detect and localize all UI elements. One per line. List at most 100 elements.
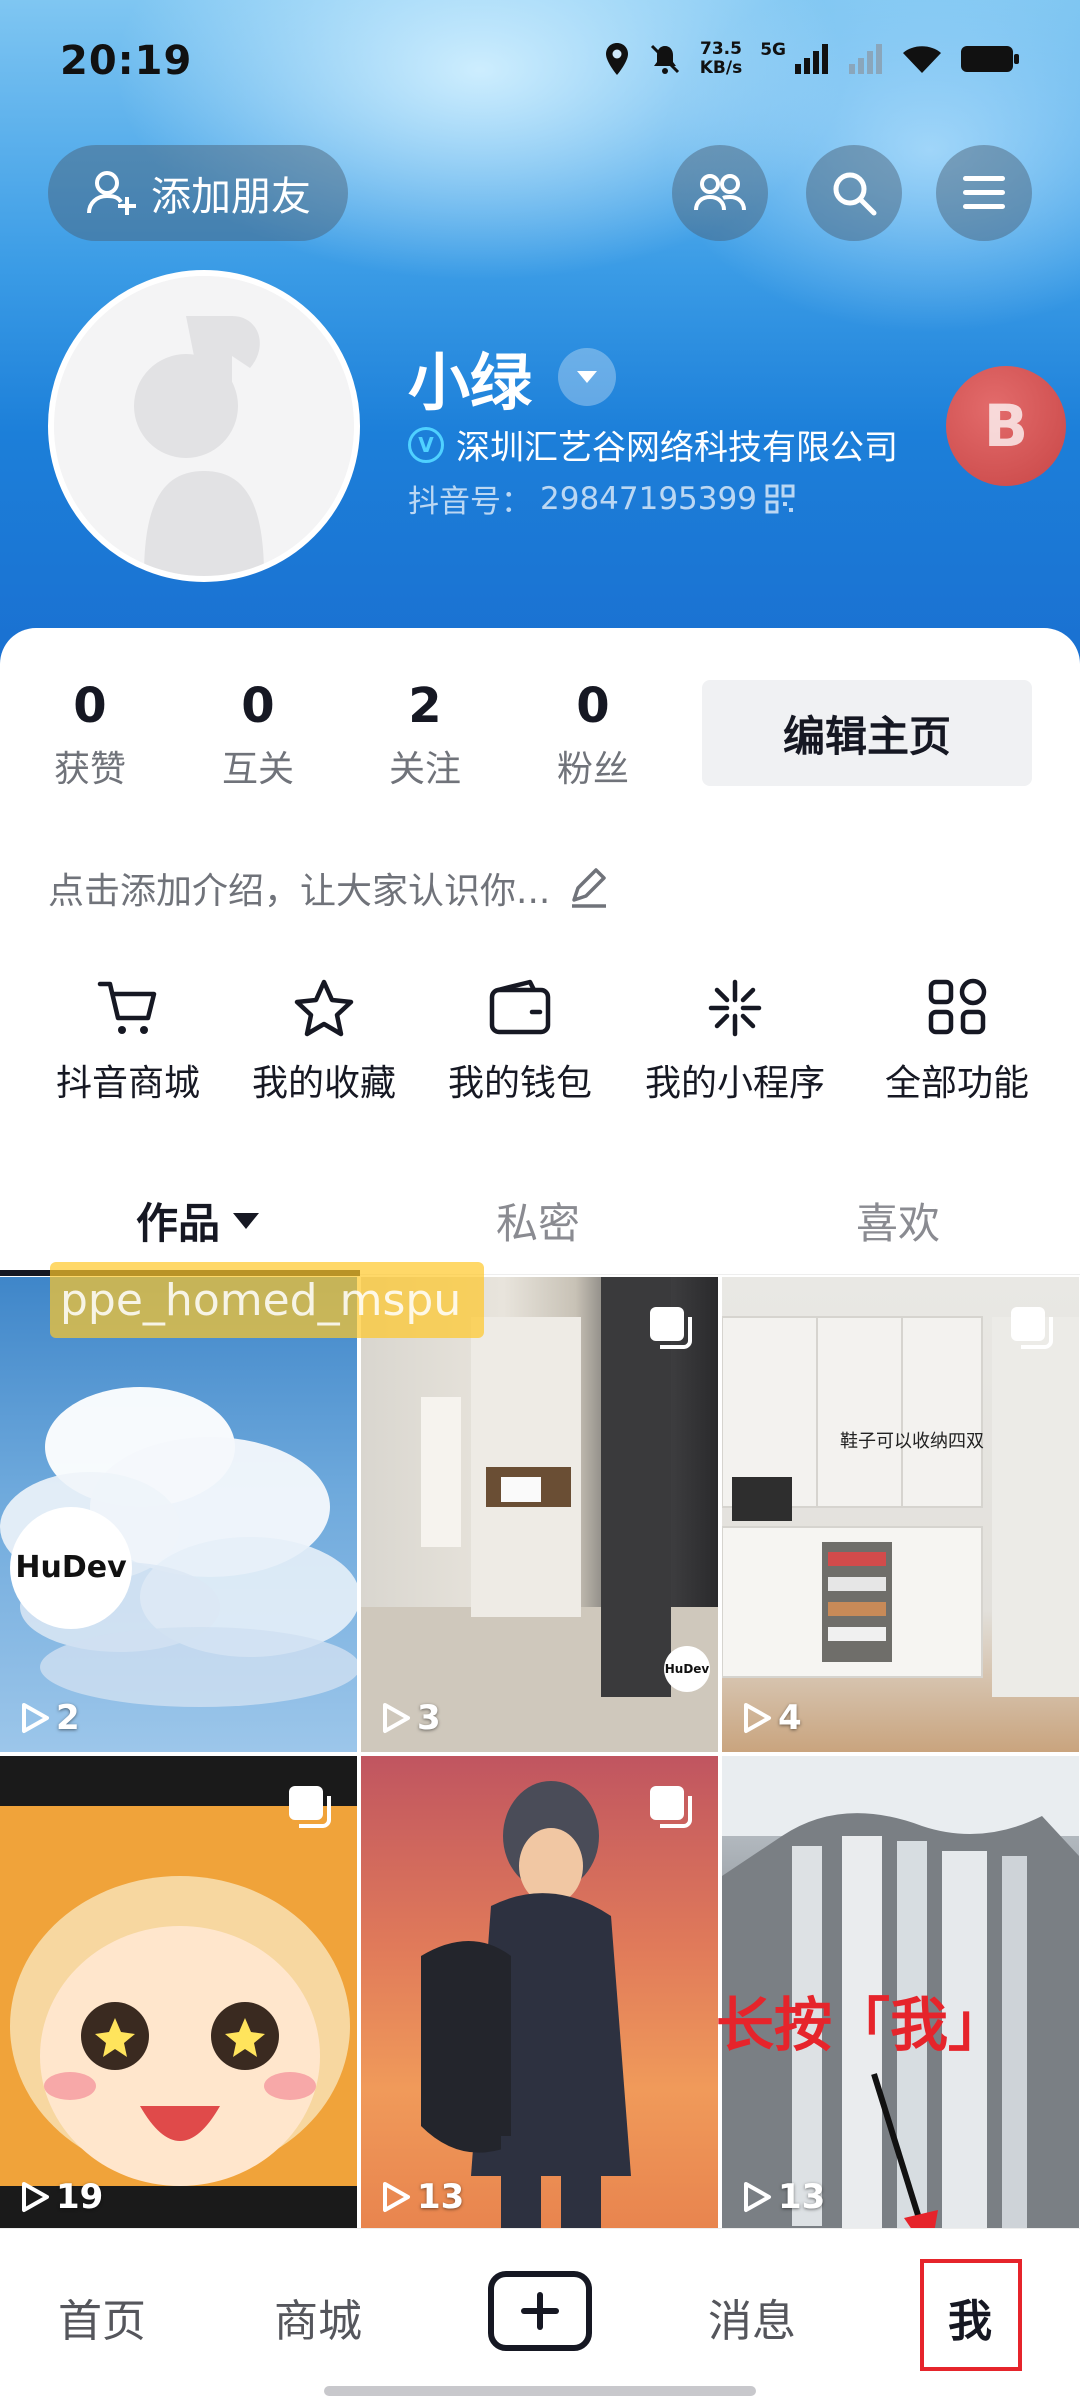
douyin-id-label: 抖音号： xyxy=(408,484,532,520)
stat-value: 2 xyxy=(408,678,442,734)
feature-all[interactable]: 全部功能 xyxy=(872,978,1042,1106)
video-thumbnail[interactable]: 13 xyxy=(361,1756,718,2231)
play-icon xyxy=(383,1703,410,1733)
profile-name[interactable]: 小绿 xyxy=(408,332,617,422)
intro-placeholder: 点击添加介绍，让大家认识你... xyxy=(48,871,551,912)
net-speed-value: 73.5 xyxy=(699,39,742,59)
tab-label: 作品 xyxy=(136,1199,221,1248)
play-count: 4 xyxy=(742,1698,802,1738)
feature-label: 全部功能 xyxy=(884,1063,1029,1104)
menu-button[interactable] xyxy=(936,145,1032,241)
grid-apps-icon xyxy=(928,978,987,1035)
wallet-icon xyxy=(489,979,551,1035)
stat-following[interactable]: 2 关注 xyxy=(365,678,485,792)
floating-assistant-button[interactable]: B xyxy=(946,366,1066,486)
bottom-nav: 首页 商城 消息 我 xyxy=(0,2228,1080,2400)
feature-label: 抖音商城 xyxy=(55,1063,200,1104)
stat-value: 0 xyxy=(576,678,610,734)
star-icon xyxy=(294,979,354,1037)
douyin-id[interactable]: 抖音号： 29847195399 xyxy=(408,476,795,521)
feature-mall[interactable]: 抖音商城 xyxy=(48,978,208,1106)
feature-favorites[interactable]: 我的收藏 xyxy=(244,978,404,1106)
play-count-value: 2 xyxy=(56,1698,80,1738)
menu-icon xyxy=(963,176,1005,209)
net-speed: 73.5 KB/s xyxy=(700,40,742,78)
battery-icon xyxy=(961,46,1019,72)
qrcode-icon[interactable] xyxy=(765,484,795,514)
video-thumbnail[interactable]: 鞋子可以收纳四双 4 xyxy=(722,1277,1079,1752)
signal-icon xyxy=(795,44,828,74)
search-button[interactable] xyxy=(806,145,902,241)
play-icon xyxy=(22,2182,49,2212)
profile-name-text: 小绿 xyxy=(408,346,533,419)
play-icon xyxy=(744,2182,771,2212)
account-switch-icon[interactable] xyxy=(558,348,617,406)
video-thumbnail[interactable]: 19 xyxy=(0,1756,357,2231)
default-avatar-icon xyxy=(54,276,354,576)
play-count-value: 4 xyxy=(778,1698,802,1738)
add-friend-button[interactable]: 添加朋友 xyxy=(48,145,348,241)
play-count-value: 13 xyxy=(417,2177,465,2217)
tab-works[interactable]: 作品 xyxy=(136,1190,260,1251)
play-count-value: 3 xyxy=(417,1698,441,1738)
highlight-box xyxy=(920,2259,1022,2371)
play-count-value: 19 xyxy=(56,2177,104,2217)
stat-value: 0 xyxy=(241,678,275,734)
pencil-icon xyxy=(572,868,607,908)
play-count-value: 13 xyxy=(778,2177,826,2217)
net-speed-unit: KB/s xyxy=(699,58,743,78)
feature-label: 我的收藏 xyxy=(251,1063,396,1104)
mute-icon xyxy=(650,44,679,74)
friends-icon xyxy=(694,174,746,211)
nav-home[interactable]: 首页 xyxy=(58,2285,146,2349)
douyin-id-value: 29847195399 xyxy=(540,480,757,517)
feature-label: 我的钱包 xyxy=(447,1063,592,1104)
location-icon xyxy=(605,43,628,75)
multi-image-icon xyxy=(1011,1307,1053,1349)
cart-icon xyxy=(97,981,157,1034)
stat-mutual[interactable]: 0 互关 xyxy=(198,678,318,792)
wifi-icon xyxy=(903,46,941,73)
tab-likes[interactable]: 喜欢 xyxy=(856,1190,940,1251)
stat-value: 0 xyxy=(73,678,107,734)
annotation-text: 长按「我」 xyxy=(716,1991,1007,2059)
play-count: 2 xyxy=(20,1698,80,1738)
stat-label: 获赞 xyxy=(53,749,126,790)
play-count: 3 xyxy=(381,1698,441,1738)
intro-field[interactable]: 点击添加介绍，让大家认识你... xyxy=(48,862,610,914)
video-caption: 鞋子可以收纳四双 xyxy=(840,1431,984,1452)
stat-likes[interactable]: 0 获赞 xyxy=(30,678,150,792)
video-thumbnail[interactable]: HuDev 2 xyxy=(0,1277,357,1752)
video-thumbnail[interactable]: HuDev 3 xyxy=(361,1277,718,1752)
stat-label: 粉丝 xyxy=(556,749,629,790)
multi-image-icon xyxy=(289,1786,331,1828)
status-icons: 73.5 KB/s 5G xyxy=(604,40,1020,78)
play-icon xyxy=(22,1703,49,1733)
multi-image-icon xyxy=(650,1307,692,1349)
feature-mini-programs[interactable]: 我的小程序 xyxy=(635,978,835,1106)
hudev-logo: HuDev xyxy=(10,1507,132,1629)
stat-fans[interactable]: 0 粉丝 xyxy=(533,678,653,792)
verified-company: V 深圳汇艺谷网络科技有限公司 xyxy=(408,420,898,469)
create-button[interactable] xyxy=(488,2271,592,2351)
home-indicator[interactable] xyxy=(324,2386,756,2396)
avatar[interactable] xyxy=(48,270,360,582)
friends-button[interactable] xyxy=(672,145,768,241)
tab-label: 喜欢 xyxy=(856,1199,941,1248)
tab-label: 私密 xyxy=(496,1199,581,1248)
profile-stats: 0 获赞 0 互关 2 关注 0 粉丝 xyxy=(0,678,700,798)
plus-icon xyxy=(521,2292,559,2330)
verified-icon: V xyxy=(408,426,444,463)
add-friend-label: 添加朋友 xyxy=(151,174,311,220)
play-count: 19 xyxy=(20,2177,103,2217)
multi-image-icon xyxy=(650,1786,692,1828)
feature-label: 我的小程序 xyxy=(644,1063,825,1104)
nav-mall[interactable]: 商城 xyxy=(274,2285,362,2349)
edit-profile-button[interactable]: 编辑主页 xyxy=(702,680,1032,786)
status-bar: 20:19 73.5 KB/s 5G xyxy=(0,0,1080,130)
feature-wallet[interactable]: 我的钱包 xyxy=(440,978,600,1106)
nav-messages[interactable]: 消息 xyxy=(708,2285,796,2349)
feature-row: 抖音商城 我的收藏 我的钱包 我的小程序 全部功能 xyxy=(0,978,1080,1118)
tab-private[interactable]: 私密 xyxy=(496,1190,580,1251)
search-icon xyxy=(833,172,877,216)
